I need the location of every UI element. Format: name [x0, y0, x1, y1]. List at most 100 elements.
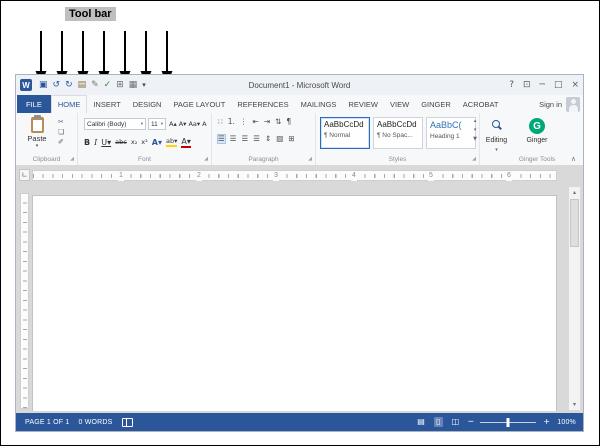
bullets-icon[interactable]: ∷ — [218, 118, 223, 126]
spelling-icon[interactable]: ✓ — [104, 80, 112, 90]
underline-button[interactable]: U▾ — [101, 138, 111, 147]
increase-indent-icon[interactable]: ⇥ — [264, 118, 270, 126]
tab-page-layout[interactable]: PAGE LAYOUT — [167, 95, 231, 113]
paste-button[interactable]: Paste ▾ — [21, 115, 53, 155]
zoom-slider[interactable] — [480, 417, 537, 427]
tab-view[interactable]: VIEW — [384, 95, 415, 113]
editing-group[interactable]: Editing ▾ — [480, 113, 513, 165]
save-icon[interactable]: ▣ — [39, 80, 48, 90]
bold-button[interactable]: B — [84, 138, 90, 147]
vertical-ruler[interactable] — [20, 193, 29, 409]
sign-in[interactable]: Sign in — [539, 95, 583, 113]
numbering-icon[interactable]: 1. — [228, 118, 235, 126]
style-normal[interactable]: AaBbCcDd ¶ Normal — [320, 117, 370, 149]
document-area: ▴ ▾ — [16, 185, 583, 413]
tab-home[interactable]: HOME — [50, 95, 88, 113]
word-logo-icon[interactable]: W — [20, 79, 32, 91]
style-heading-1[interactable]: AaBbC( Heading 1 — [426, 117, 476, 149]
subscript-button[interactable]: x₂ — [131, 139, 137, 146]
copy-icon[interactable]: ❏ — [58, 129, 64, 136]
tab-file[interactable]: FILE — [17, 95, 51, 113]
font-color-icon[interactable]: A▾ — [181, 137, 191, 148]
zoom-in-icon[interactable]: + — [543, 418, 550, 426]
scroll-up-icon[interactable]: ▴ — [569, 187, 580, 198]
styles-dialog-launcher-icon[interactable]: ◢ — [472, 157, 476, 162]
close-icon[interactable]: × — [571, 80, 579, 90]
sort-icon[interactable]: ⇅ — [275, 118, 281, 126]
multilevel-list-icon[interactable]: ⋮ — [240, 118, 248, 126]
ginger-button-label: Ginger — [526, 137, 548, 144]
ginger-icon[interactable]: G — [529, 118, 545, 134]
scrollbar-thumb[interactable] — [570, 199, 579, 247]
format-painter-icon[interactable]: ✐ — [58, 139, 64, 146]
gallery-up-icon[interactable]: ▴ — [474, 118, 477, 124]
align-center-icon[interactable]: ☰ — [230, 135, 237, 143]
ribbon-display-options-icon[interactable]: ⊡ — [523, 80, 531, 90]
paragraph-dialog-launcher-icon[interactable]: ◢ — [308, 157, 312, 162]
tab-review[interactable]: REVIEW — [342, 95, 384, 113]
print-layout-icon[interactable]: ▯ — [433, 417, 443, 427]
ribbon: Paste ▾ ✂ ❏ ✐ Clipboard ◢ Calibri (Body)… — [16, 113, 583, 166]
minimize-icon[interactable]: ─ — [540, 80, 545, 90]
font-size-caret-icon: ▾ — [160, 121, 163, 127]
tab-references[interactable]: REFERENCES — [231, 95, 294, 113]
align-right-icon[interactable]: ☰ — [241, 135, 248, 143]
page-indicator[interactable]: PAGE 1 OF 1 — [25, 419, 69, 426]
zoom-out-icon[interactable]: ─ — [468, 418, 473, 426]
zoom-level[interactable]: 100% — [557, 419, 576, 426]
clipboard-dialog-launcher-icon[interactable]: ◢ — [70, 157, 74, 162]
superscript-button[interactable]: x² — [141, 139, 147, 146]
tab-insert[interactable]: INSERT — [87, 95, 126, 113]
undo-icon[interactable]: ↺ — [53, 80, 61, 90]
grow-font-icon[interactable]: A▴ — [169, 120, 177, 128]
text-effects-icon[interactable]: A▾ — [152, 138, 162, 147]
gallery-more-icon[interactable]: ▼ — [473, 136, 477, 142]
scroll-down-icon[interactable]: ▾ — [569, 399, 580, 410]
document-page[interactable] — [32, 195, 557, 411]
gallery-down-icon[interactable]: ▾ — [474, 127, 477, 133]
strikethrough-button[interactable]: abc — [115, 139, 127, 146]
cut-icon[interactable]: ✂ — [58, 119, 64, 126]
borders-icon[interactable]: ⊞ — [116, 80, 124, 90]
font-name-select[interactable]: Calibri (Body) ▾ — [84, 118, 146, 130]
shrink-font-icon[interactable]: A▾ — [179, 120, 187, 128]
web-layout-icon[interactable]: ◫ — [450, 417, 462, 427]
toolbar-annotation-label: Tool bar — [65, 7, 116, 21]
justify-icon[interactable]: ☰ — [253, 135, 260, 143]
borders-grid-icon[interactable]: ⊞ — [288, 135, 294, 143]
style-no-spacing[interactable]: AaBbCcDd ¶ No Spac... — [373, 117, 423, 149]
align-left-icon[interactable]: ☰ — [217, 134, 226, 144]
qat-customize-icon[interactable]: ▾ — [142, 81, 146, 89]
avatar-icon[interactable] — [566, 96, 580, 112]
tab-selector[interactable]: ∟ — [19, 169, 30, 181]
font-size-select[interactable]: 11 ▾ — [148, 118, 166, 130]
collapse-ribbon-icon[interactable]: ∧ — [571, 155, 576, 163]
zoom-slider-thumb[interactable] — [506, 417, 510, 427]
shading-icon[interactable]: ▨ — [276, 135, 283, 143]
highlight-color-icon[interactable]: ab▾ — [165, 138, 178, 147]
tab-acrobat[interactable]: ACROBAT — [457, 95, 505, 113]
font-dialog-launcher-icon[interactable]: ◢ — [204, 157, 208, 162]
draw-table-icon[interactable]: ✎ — [91, 80, 99, 90]
open-icon[interactable]: ▤ — [78, 80, 87, 90]
word-count[interactable]: 0 WORDS — [78, 419, 112, 426]
tab-ginger[interactable]: GINGER — [415, 95, 457, 113]
maximize-icon[interactable]: □ — [554, 80, 563, 90]
redo-icon[interactable]: ↻ — [65, 80, 73, 90]
window-controls: ? ⊡ ─ □ × — [509, 75, 579, 95]
read-mode-icon[interactable]: ▤ — [415, 417, 427, 427]
table-icon[interactable]: ▦ — [129, 80, 138, 90]
italic-button[interactable]: I — [94, 138, 97, 147]
horizontal-ruler[interactable]: 1 2 3 4 5 6 — [32, 170, 557, 181]
clear-formatting-icon[interactable]: A — [202, 120, 206, 128]
line-spacing-icon[interactable]: ⇕ — [265, 135, 271, 143]
decrease-indent-icon[interactable]: ⇤ — [252, 118, 258, 126]
ruler-number: 4 — [351, 171, 357, 181]
vertical-scrollbar[interactable]: ▴ ▾ — [568, 186, 581, 411]
help-icon[interactable]: ? — [509, 80, 514, 90]
proofing-icon[interactable] — [121, 417, 133, 427]
tab-design[interactable]: DESIGN — [127, 95, 168, 113]
change-case-icon[interactable]: Aa▾ — [188, 120, 200, 128]
show-hide-pilcrow-icon[interactable]: ¶ — [286, 118, 291, 126]
tab-mailings[interactable]: MAILINGS — [295, 95, 343, 113]
